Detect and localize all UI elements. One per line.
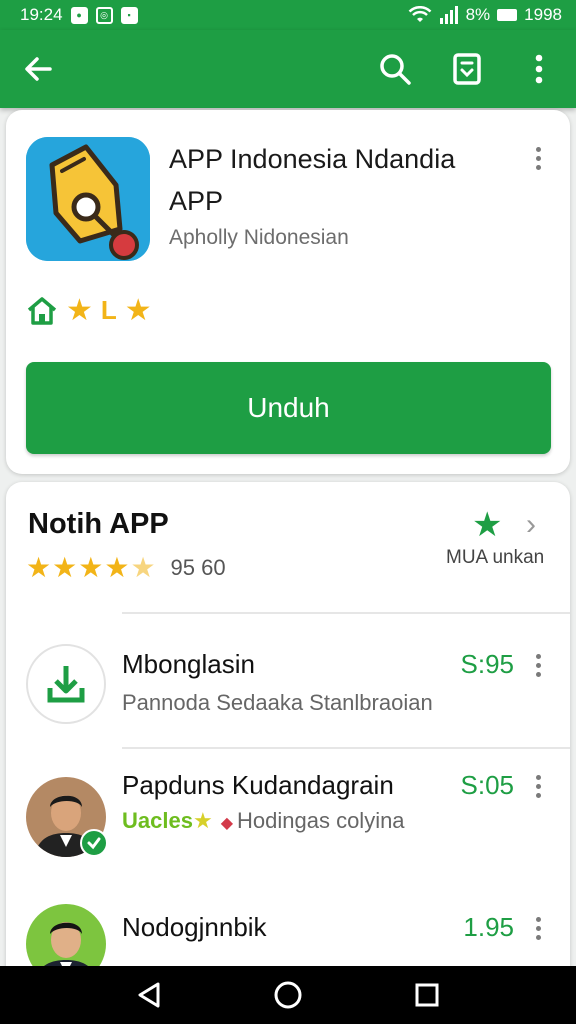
- ratings-card: Notih APP ★ ★ ★ ★ ★ 95 60 ★ › MUA unkan …: [6, 482, 570, 1002]
- install-button[interactable]: Unduh: [26, 362, 551, 454]
- app-badges: ★ L ★: [26, 295, 152, 326]
- notification-app-icon: ◎: [95, 6, 113, 24]
- app-info-card: APP Indonesia Ndandia APP Apholly Nidone…: [6, 110, 570, 474]
- home-circle-icon: [274, 981, 302, 1009]
- diamond-icon: ◆: [220, 815, 233, 832]
- notification-image-icon: ▪: [120, 6, 138, 24]
- list-item-price: S:05: [460, 770, 515, 800]
- search-icon: [380, 54, 411, 85]
- list-item-more-button[interactable]: [526, 910, 550, 946]
- search-button[interactable]: [376, 50, 414, 88]
- notification-icon: ●: [70, 6, 88, 24]
- nav-back-button[interactable]: [119, 970, 179, 1020]
- back-button[interactable]: [18, 49, 58, 89]
- section-title: Notih APP: [28, 508, 169, 540]
- half-star-icon: ★: [130, 552, 156, 583]
- signal-icon: [439, 6, 458, 24]
- list-item-subtitle-row: Uacles★ ◆ Hodingas colyina: [122, 808, 405, 834]
- battery-icon: [497, 9, 518, 21]
- back-triangle-icon: [138, 982, 160, 1008]
- download-avatar: [26, 644, 106, 724]
- nav-recents-button[interactable]: [397, 970, 457, 1020]
- list-item-more-button[interactable]: [526, 768, 550, 804]
- list-item-title: Nodogjnnbik: [122, 912, 267, 942]
- list-item-price: 1.95: [463, 912, 514, 942]
- star-icon: ★: [124, 293, 152, 327]
- back-arrow-icon: [25, 57, 52, 81]
- badge-text: L: [100, 295, 117, 325]
- list-item-price: S:95: [460, 649, 515, 679]
- more-vert-icon: [535, 54, 543, 84]
- wifi-icon: [408, 6, 431, 22]
- system-nav-bar: [0, 966, 576, 1024]
- app-icon: [26, 137, 150, 261]
- verified-check-icon: [80, 829, 108, 857]
- chevron-right-icon[interactable]: ›: [526, 510, 536, 540]
- bookmark-icon: [453, 53, 481, 85]
- list-item-more-button[interactable]: [526, 647, 550, 683]
- rating-count: 95 60: [170, 555, 226, 580]
- star-icon: ★: [52, 552, 78, 583]
- app-developer[interactable]: Apholly Nidonesian: [169, 226, 349, 250]
- star-icon: ★: [192, 808, 213, 833]
- nav-home-button[interactable]: [258, 970, 318, 1020]
- overflow-menu-button[interactable]: [520, 50, 558, 88]
- star-icon: ★: [66, 293, 93, 327]
- app-logo-icon: [26, 137, 150, 261]
- app-bar: [0, 30, 576, 108]
- list-item-tag: Uacles: [122, 808, 193, 833]
- app-more-button[interactable]: [526, 140, 550, 176]
- star-icon[interactable]: ★: [472, 508, 502, 542]
- bookmark-button[interactable]: [448, 50, 486, 88]
- star-icon: ★: [104, 552, 130, 583]
- list-item-title: Mbonglasin: [122, 649, 255, 679]
- app-title: APP Indonesia Ndandia APP: [169, 144, 456, 216]
- list-item[interactable]: Papduns Kudandagrain Uacles★ ◆ Hodingas co…: [6, 749, 570, 869]
- home-icon: [27, 296, 57, 325]
- star-icon: ★: [78, 552, 104, 583]
- battery-percent: 8%: [465, 5, 491, 24]
- status-time: 19:24: [20, 5, 63, 24]
- list-item[interactable]: Mbonglasin Pannoda Sedaaka Stanlbraoian …: [6, 614, 570, 734]
- status-clock-right: 1998: [524, 5, 562, 24]
- status-bar: 19:24 ● ◎ ▪ 8% 1998: [0, 0, 576, 30]
- recents-square-icon: [415, 983, 439, 1007]
- list-item-subtitle: Pannoda Sedaaka Stanlbraoian: [122, 690, 433, 715]
- list-item-subtitle: Hodingas colyina: [237, 808, 405, 833]
- download-icon: [47, 666, 85, 703]
- rating-stars: ★ ★ ★ ★ ★ 95 60: [26, 554, 226, 582]
- star-icon: ★: [26, 552, 52, 583]
- list-item-title: Papduns Kudandagrain: [122, 770, 394, 800]
- see-more-link[interactable]: MUA unkan: [446, 547, 544, 569]
